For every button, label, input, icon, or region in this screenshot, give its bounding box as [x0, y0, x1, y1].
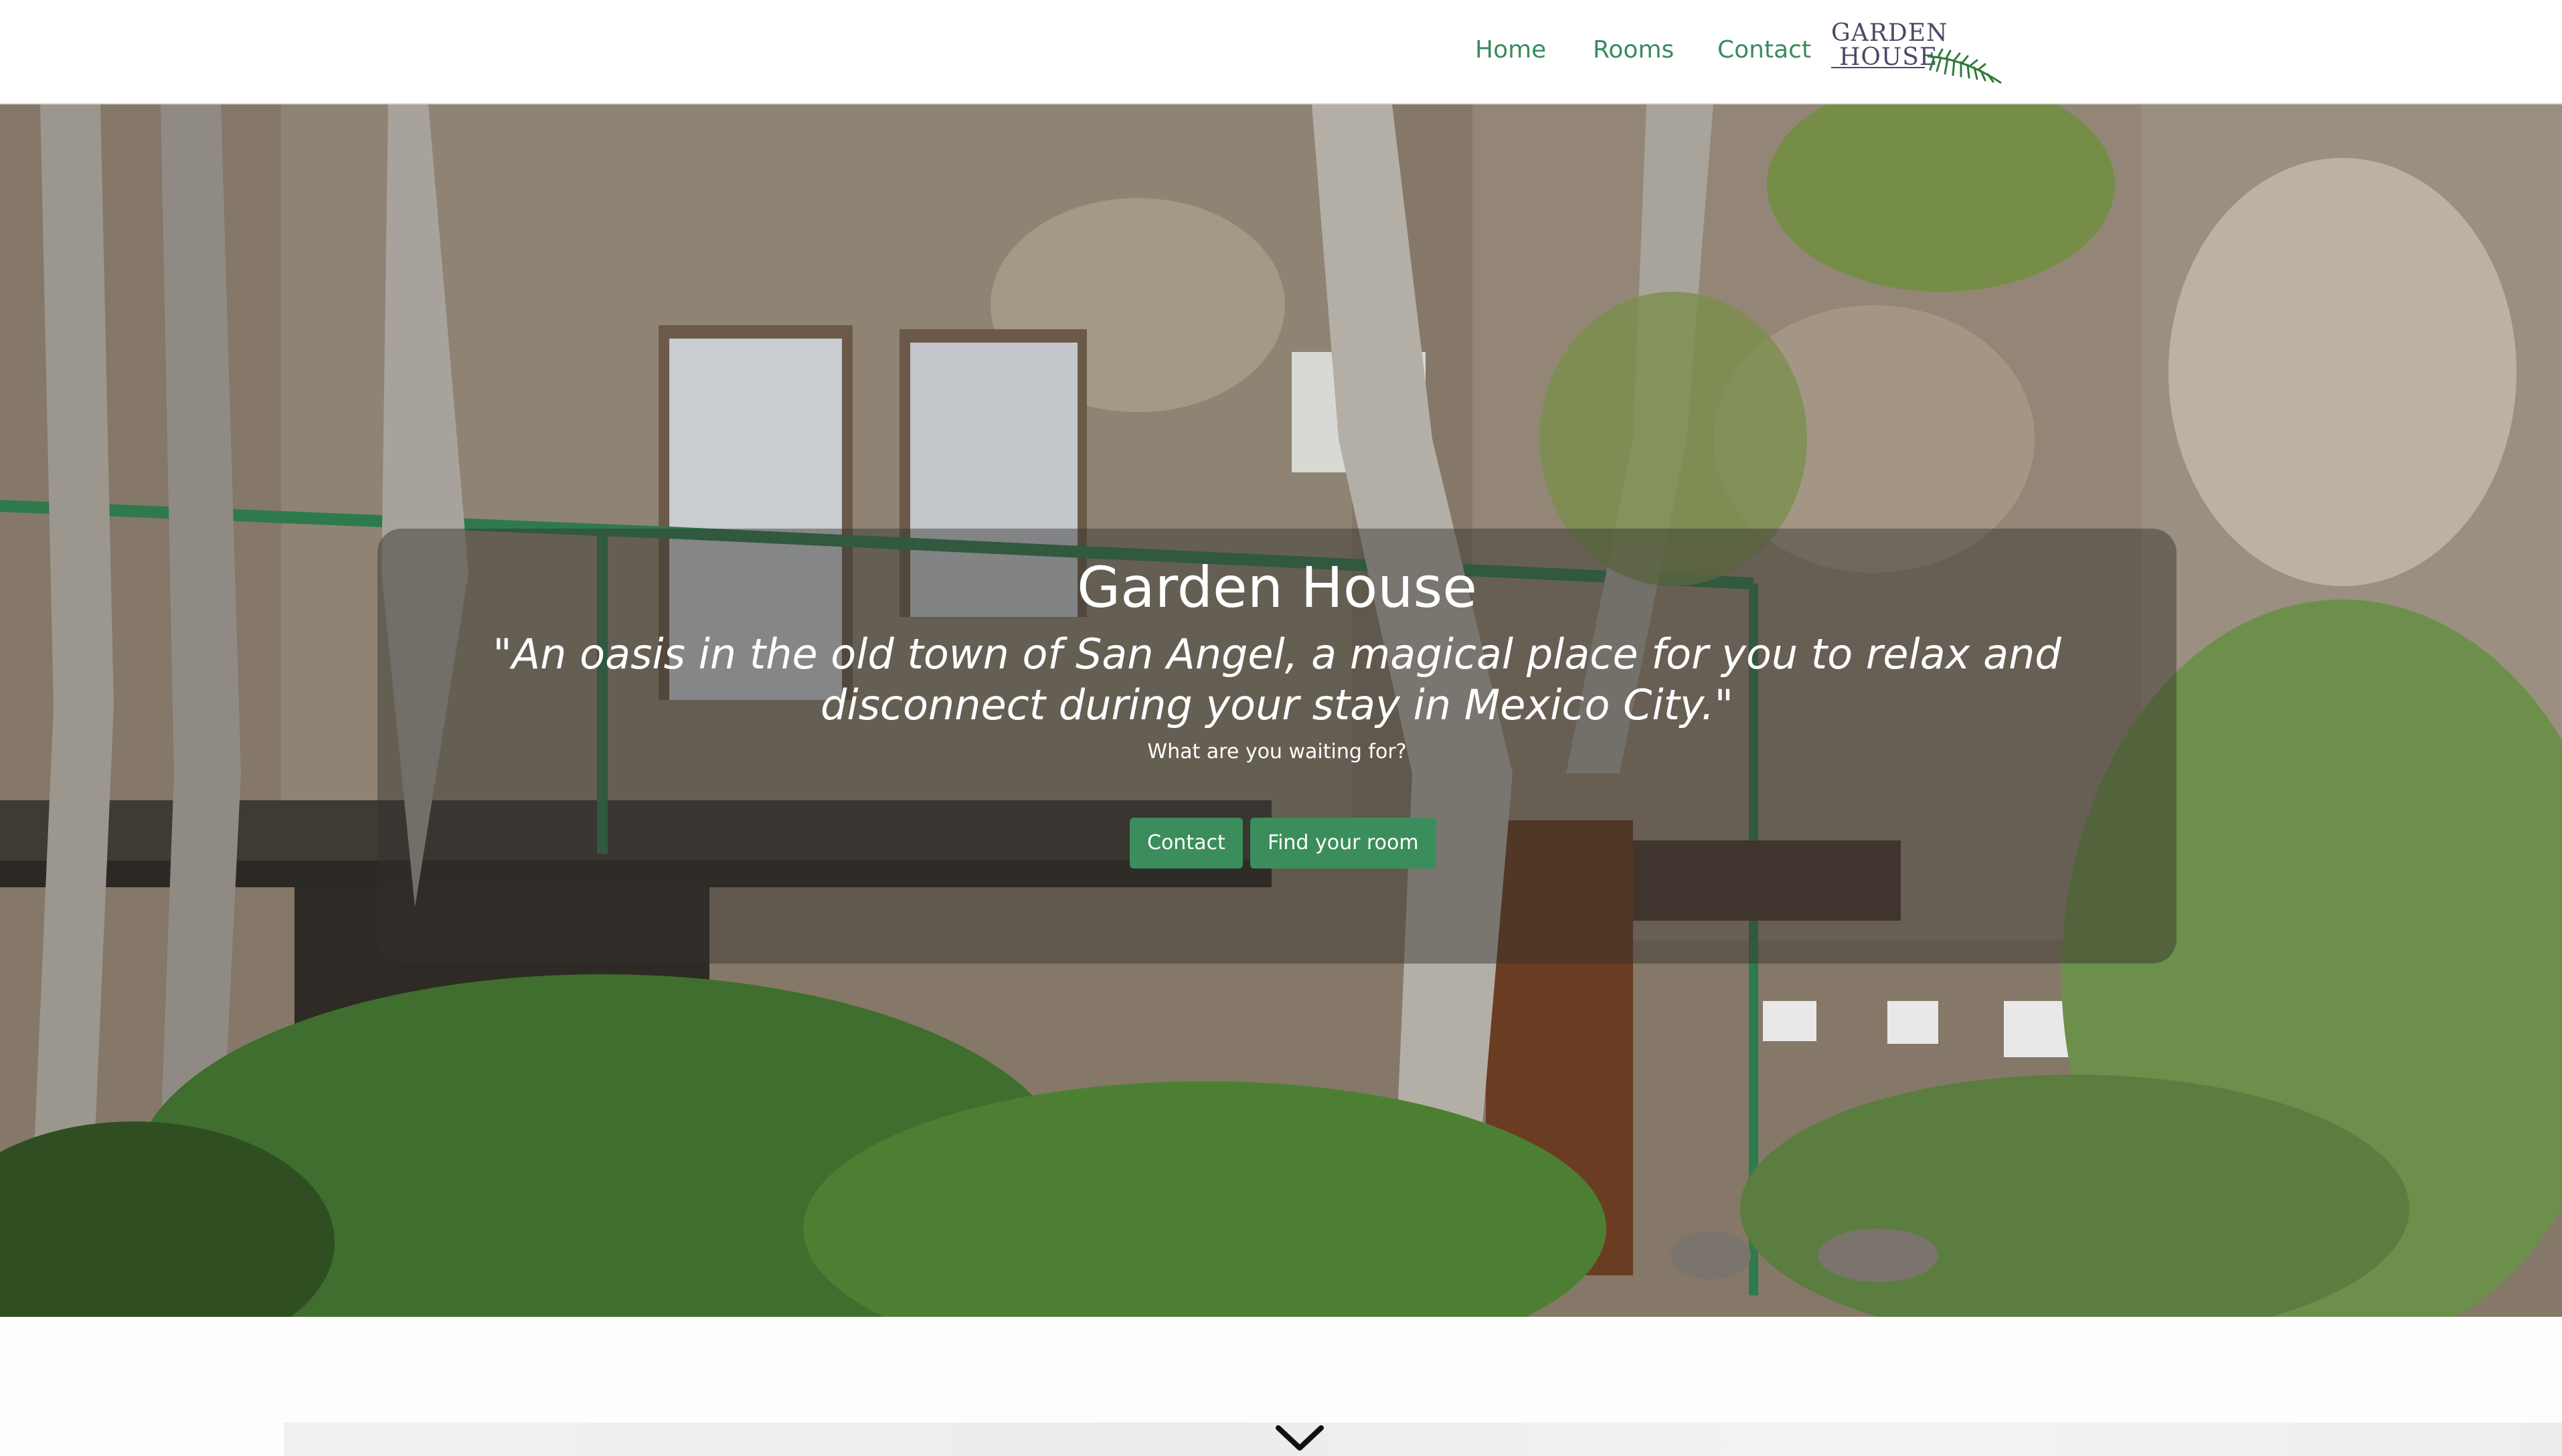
nav-home-link[interactable]: Home: [1475, 31, 1546, 69]
hero-call-to-action-text: What are you waiting for?: [1147, 740, 1407, 763]
garden-house-logo[interactable]: GARDEN HOUSE: [1831, 19, 2004, 84]
next-section-preview: [284, 1423, 2562, 1456]
nav-contact-link[interactable]: Contact: [1717, 31, 1811, 69]
logo-word-house: HOUSE: [1839, 43, 1938, 71]
logo-word-garden: GARDEN: [1831, 19, 1948, 47]
hero-overlay-panel: Garden House "An oasis in the old town o…: [377, 529, 2176, 964]
hero-title: Garden House: [1077, 555, 1477, 620]
fern-leaf-icon: [1927, 48, 2002, 84]
hero-section: Garden House "An oasis in the old town o…: [0, 104, 2562, 1317]
chevron-down-icon[interactable]: [1274, 1424, 1325, 1453]
find-your-room-button[interactable]: Find your room: [1250, 818, 1436, 869]
hero-tagline-quote: "An oasis in the old town of San Angel, …: [493, 630, 2061, 729]
nav-rooms-link[interactable]: Rooms: [1593, 31, 1674, 69]
hero-contact-button[interactable]: Contact: [1130, 818, 1243, 869]
top-navbar: Home Rooms Contact GARDEN HOUSE: [0, 0, 2562, 104]
logo-underline: [1831, 67, 1925, 68]
